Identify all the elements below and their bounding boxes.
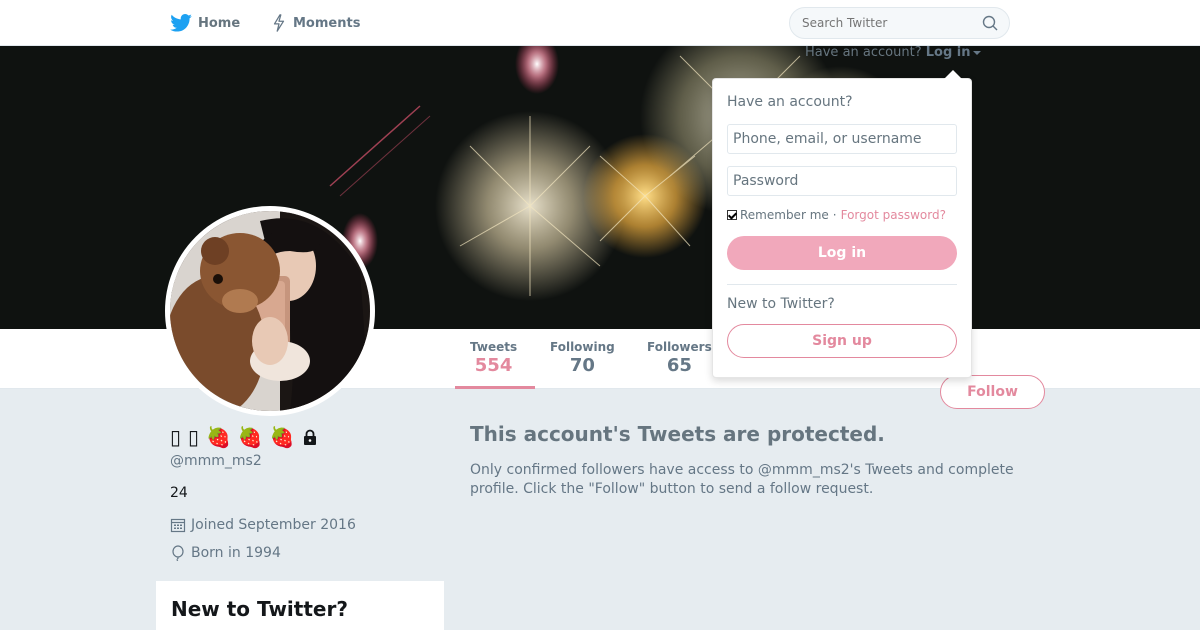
stat-following-value: 70 xyxy=(569,355,595,376)
stat-tweets[interactable]: Tweets 554 xyxy=(470,340,517,376)
login-button[interactable]: Log in xyxy=(727,236,957,270)
stat-followers[interactable]: Followers 65 xyxy=(647,340,712,376)
login-link-prefix: Have an account? xyxy=(805,45,922,60)
search-input[interactable] xyxy=(789,7,1010,39)
profile-name: ▯ ▯ 🍓 🍓 🍓 xyxy=(170,425,318,449)
dropdown-heading: Have an account? xyxy=(727,94,853,110)
lightning-icon xyxy=(273,14,285,32)
remember-checkbox[interactable] xyxy=(727,210,737,220)
new-to-twitter-card: New to Twitter? xyxy=(156,581,444,630)
dropdown-arrow xyxy=(944,70,962,79)
profile-name-emoji: 🍓 🍓 🍓 xyxy=(205,425,295,449)
forgot-password-link[interactable]: Forgot password? xyxy=(841,208,946,222)
search-icon[interactable] xyxy=(982,15,998,31)
twitter-bird-icon xyxy=(170,14,192,32)
remember-label[interactable]: Remember me xyxy=(740,208,829,222)
active-tab-indicator xyxy=(455,386,535,389)
avatar-image xyxy=(170,211,370,411)
stat-following[interactable]: Following 70 xyxy=(550,340,615,376)
signup-button[interactable]: Sign up xyxy=(727,324,957,358)
nav-moments[interactable]: Moments xyxy=(271,0,360,46)
profile-handle[interactable]: @mmm_ms2 xyxy=(170,453,262,469)
new-to-twitter-label: New to Twitter? xyxy=(727,296,835,312)
calendar-icon xyxy=(170,518,186,533)
stat-followers-value: 65 xyxy=(666,355,692,376)
joined-row: Joined September 2016 xyxy=(170,517,356,533)
username-input[interactable] xyxy=(727,124,957,154)
joined-text: Joined September 2016 xyxy=(191,517,356,533)
remember-row: Remember me · Forgot password? xyxy=(727,208,946,222)
lock-icon xyxy=(303,429,316,445)
profile-bio: 24 xyxy=(170,485,188,501)
protected-title: This account's Tweets are protected. xyxy=(470,422,885,446)
born-row: Born in 1994 xyxy=(170,545,281,561)
born-text: Born in 1994 xyxy=(191,545,281,561)
follow-button[interactable]: Follow xyxy=(940,375,1045,409)
login-link[interactable]: Have an account? Log in xyxy=(805,45,981,60)
password-input[interactable] xyxy=(727,166,957,196)
login-link-label: Log in xyxy=(925,45,971,60)
profile-name-prefix: ▯ ▯ xyxy=(170,425,199,449)
profile-avatar[interactable] xyxy=(165,206,375,416)
remember-separator: · xyxy=(832,208,837,222)
dropdown-divider xyxy=(727,284,957,285)
stat-tweets-label: Tweets xyxy=(470,340,518,354)
balloon-icon xyxy=(172,545,184,561)
nav-home-label: Home xyxy=(198,15,241,31)
stat-tweets-value: 554 xyxy=(474,355,513,376)
stat-following-label: Following xyxy=(550,340,615,354)
caret-down-icon xyxy=(972,50,981,55)
stat-followers-label: Followers xyxy=(647,340,712,354)
protected-body: Only confirmed followers have access to … xyxy=(470,462,1014,497)
nav-home[interactable]: Home xyxy=(170,0,240,46)
nav-moments-label: Moments xyxy=(293,15,361,31)
new-to-twitter-heading: New to Twitter? xyxy=(171,597,348,621)
